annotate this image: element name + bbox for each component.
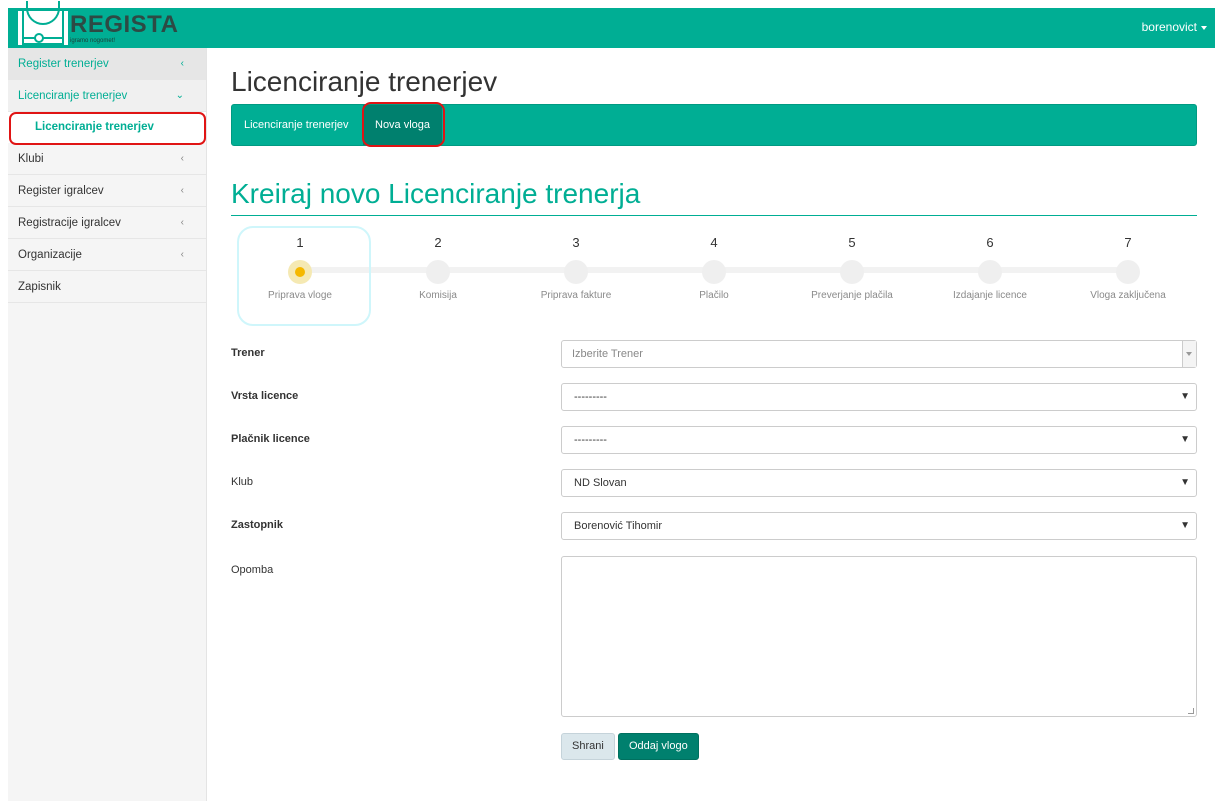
step-circle-icon (564, 260, 588, 284)
vrsta-licence-value: --------- (574, 391, 607, 403)
highlight-sidebar-subitem (9, 112, 206, 145)
user-name: borenovict (1141, 20, 1197, 34)
chevron-down-icon: ⌄ (175, 90, 184, 101)
workflow-steps: 1 Priprava vloge 2 Komisija 3 Priprava f… (231, 225, 1197, 325)
klub-label: Klub (231, 476, 254, 488)
trener-placeholder: Izberite Trener (572, 348, 643, 360)
resize-grip-icon[interactable] (1188, 708, 1194, 714)
step-number: 5 (848, 235, 856, 250)
step-number: 3 (572, 235, 580, 250)
chevron-left-icon: ‹ (180, 185, 184, 196)
user-menu[interactable]: borenovict (1142, 20, 1207, 34)
placnik-licence-value: --------- (574, 434, 607, 446)
highlight-current-step (237, 226, 371, 326)
dropdown-arrow-icon: ▼ (1180, 391, 1190, 402)
sidebar-item-organizacije[interactable]: Organizacije ‹ (8, 239, 206, 271)
sidebar: Register trenerjev ‹ Licenciranje trener… (8, 48, 207, 801)
placnik-licence-select[interactable]: --------- ▼ (561, 426, 1197, 454)
dropdown-arrow-icon: ▼ (1180, 434, 1190, 445)
sidebar-item-register-trenerjev[interactable]: Register trenerjev ‹ (8, 48, 206, 80)
trener-label: Trener (231, 347, 265, 359)
zastopnik-value: Borenović Tihomir (574, 520, 663, 532)
step-circle-icon (840, 260, 864, 284)
opomba-textarea[interactable] (561, 556, 1197, 717)
form-title: Kreiraj novo Licenciranje trenerja (231, 178, 641, 209)
klub-select[interactable]: ND Slovan ▼ (561, 469, 1197, 497)
logo-subtitle: igramo nogomet! (70, 38, 116, 44)
sidebar-item-label: Organizacije (18, 249, 82, 261)
sidebar-item-label: Register igralcev (18, 185, 104, 197)
caret-down-icon (1201, 25, 1207, 30)
trener-select[interactable]: Izberite Trener (561, 340, 1197, 368)
dropdown-arrow-icon: ▼ (1180, 520, 1190, 531)
dropdown-arrow-icon (1182, 341, 1196, 367)
step-4: 4 Plačilo (645, 225, 783, 301)
step-label: Preverjanje plačila (811, 290, 893, 301)
opomba-label: Opomba (231, 564, 274, 576)
logo-text: REGISTA (70, 11, 179, 38)
sidebar-item-klubi[interactable]: Klubi ‹ (8, 143, 206, 175)
dropdown-arrow-icon: ▼ (1180, 477, 1190, 488)
step-number: 4 (710, 235, 718, 250)
step-label: Vloga zaključena (1090, 290, 1166, 301)
top-navbar: REGISTA igramo nogomet! borenovict (8, 1, 1215, 48)
chevron-left-icon: ‹ (180, 58, 184, 69)
step-circle-icon (702, 260, 726, 284)
sidebar-item-zapisnik[interactable]: Zapisnik (8, 271, 206, 303)
step-7: 7 Vloga zaključena (1059, 225, 1197, 301)
step-label: Komisija (419, 290, 457, 301)
zastopnik-label: Zastopnik (231, 519, 283, 531)
step-number: 6 (986, 235, 994, 250)
sidebar-item-licenciranje-trenerjev[interactable]: Licenciranje trenerjev ⌄ (8, 80, 206, 112)
title-divider (231, 215, 1197, 216)
chevron-left-icon: ‹ (180, 217, 184, 228)
save-button[interactable]: Shrani (561, 733, 615, 760)
vrsta-licence-label: Vrsta licence (231, 390, 299, 402)
klub-value: ND Slovan (574, 477, 627, 489)
placnik-licence-label: Plačnik licence (231, 433, 310, 445)
page-title: Licenciranje trenerjev (231, 66, 498, 97)
vrsta-licence-select[interactable]: --------- ▼ (561, 383, 1197, 411)
step-3: 3 Priprava fakture (507, 225, 645, 301)
chevron-left-icon: ‹ (180, 249, 184, 260)
sidebar-item-label: Zapisnik (18, 281, 61, 293)
submit-application-button[interactable]: Oddaj vlogo (618, 733, 699, 760)
step-2: 2 Komisija (369, 225, 507, 301)
sidebar-item-register-igralcev[interactable]: Register igralcev ‹ (8, 175, 206, 207)
pitch-logo-icon (18, 1, 68, 45)
step-circle-icon (1116, 260, 1140, 284)
step-number: 7 (1124, 235, 1132, 250)
step-circle-icon (426, 260, 450, 284)
step-label: Plačilo (699, 290, 729, 301)
highlight-tab-nova-vloga (362, 102, 445, 147)
sidebar-item-label: Licenciranje trenerjev (18, 90, 128, 102)
sidebar-item-label: Registracije igralcev (18, 217, 121, 229)
step-label: Izdajanje licence (953, 290, 1027, 301)
chevron-left-icon: ‹ (180, 153, 184, 164)
tab-licenciranje-trenerjev[interactable]: Licenciranje trenerjev (232, 105, 361, 145)
step-number: 2 (434, 235, 442, 250)
step-circle-icon (978, 260, 1002, 284)
step-6: 6 Izdajanje licence (921, 225, 1059, 301)
step-label: Priprava fakture (540, 290, 612, 301)
sidebar-item-registracije-igralcev[interactable]: Registracije igralcev ‹ (8, 207, 206, 239)
regista-logo[interactable]: REGISTA igramo nogomet! (18, 1, 178, 45)
sidebar-item-label: Register trenerjev (18, 58, 109, 70)
sidebar-item-label: Klubi (18, 153, 44, 165)
step-5: 5 Preverjanje plačila (783, 225, 921, 301)
zastopnik-select[interactable]: Borenović Tihomir ▼ (561, 512, 1197, 540)
